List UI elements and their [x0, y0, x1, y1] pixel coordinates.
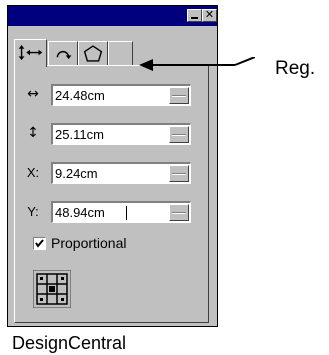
callout-arrow-icon: [139, 57, 255, 71]
resize-arrows-icon: [18, 45, 43, 61]
width-field[interactable]: [51, 84, 191, 106]
vertical-arrow-icon: ↕: [27, 125, 39, 141]
proportional-checkbox[interactable]: [33, 237, 46, 250]
y-field[interactable]: [51, 201, 191, 223]
tab-shape[interactable]: [78, 41, 108, 65]
palette-titlebar[interactable]: ✕: [8, 6, 217, 26]
width-input[interactable]: [55, 87, 165, 104]
callout-label: Reg.: [275, 58, 316, 79]
y-input[interactable]: [55, 204, 165, 221]
height-row: ↕: [15, 123, 210, 145]
figure-caption: DesignCentral: [12, 333, 127, 353]
close-icon: ✕: [204, 8, 215, 21]
horizontal-arrow-icon: ↔: [27, 86, 39, 102]
height-input[interactable]: [55, 126, 165, 143]
width-row: ↔: [15, 84, 210, 106]
minimize-icon: [191, 17, 198, 19]
y-label: Y:: [27, 204, 39, 219]
minimize-button[interactable]: [187, 9, 202, 22]
proportional-label[interactable]: Proportional: [51, 235, 127, 251]
x-row: X:: [15, 162, 210, 184]
rotate-icon: [56, 51, 72, 60]
close-button[interactable]: ✕: [202, 8, 217, 22]
height-field[interactable]: [51, 123, 191, 145]
x-spinner[interactable]: [169, 165, 189, 182]
tab-extra[interactable]: [108, 41, 133, 65]
height-spinner[interactable]: [169, 126, 189, 143]
x-label: X:: [26, 165, 40, 180]
checkmark-icon: [35, 239, 44, 248]
anchor-grid-icon[interactable]: [33, 270, 71, 308]
pentagon-icon: [83, 45, 103, 62]
width-spinner[interactable]: [169, 87, 189, 104]
x-input[interactable]: [55, 165, 165, 182]
y-spinner[interactable]: [169, 204, 189, 221]
y-row: Y:: [15, 201, 210, 223]
tab-size[interactable]: [14, 39, 47, 67]
text-cursor: [126, 206, 127, 220]
design-central-palette: ✕ ↔ ↕: [7, 5, 218, 327]
x-field[interactable]: [51, 162, 191, 184]
tab-rotate[interactable]: [48, 41, 78, 65]
